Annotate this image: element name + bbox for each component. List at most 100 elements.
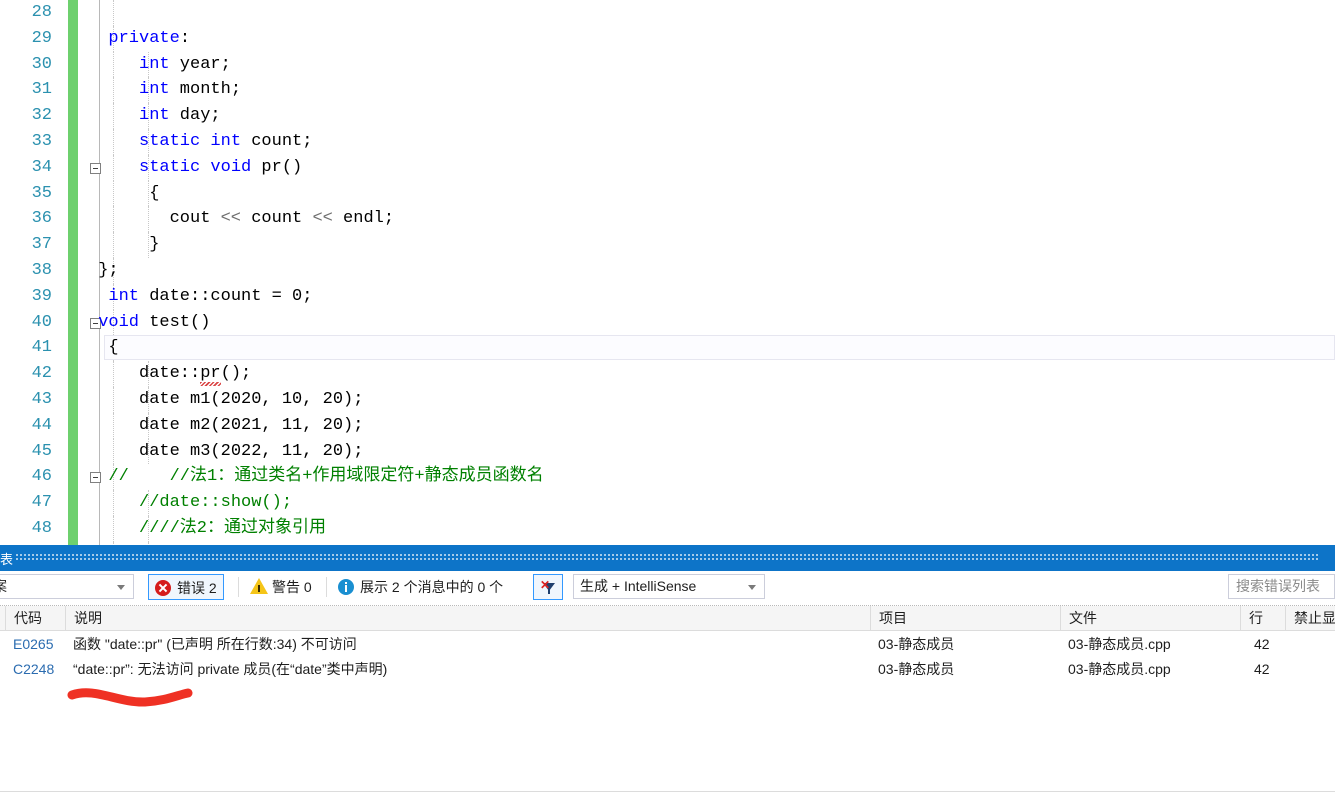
warnings-filter-button[interactable]: 警告 0 bbox=[244, 574, 318, 600]
indent-guide bbox=[113, 490, 114, 516]
search-error-list-input[interactable]: 搜索错误列表 bbox=[1228, 574, 1335, 599]
code-text: cout << count << endl; bbox=[169, 209, 395, 229]
code-line[interactable]: 33 static int count; bbox=[0, 128, 1335, 155]
chevron-down-icon bbox=[117, 585, 125, 590]
column-header-desc[interactable]: 说明 bbox=[65, 606, 870, 631]
code-line[interactable]: 42 date::pr(); bbox=[0, 361, 1335, 387]
messages-filter-button[interactable]: 展示 2 个消息中的 0 个 bbox=[332, 574, 509, 600]
code-line[interactable]: 30 int year; bbox=[0, 51, 1335, 78]
change-tracking-bar bbox=[68, 0, 78, 26]
line-number: 32 bbox=[31, 106, 52, 126]
error-list-rows[interactable]: E0265 函数 "date::pr" (已声明 所在行数:34) 不可访问 03-… bbox=[0, 631, 1335, 792]
current-line-highlight bbox=[104, 335, 1335, 361]
line-number: 31 bbox=[31, 80, 52, 100]
code-line[interactable]: 46 // //法1：通过类名+作用域限定符+静态成员函数名 bbox=[0, 464, 1335, 491]
change-tracking-bar bbox=[68, 464, 78, 491]
code-line[interactable]: 40 void test() bbox=[0, 309, 1335, 336]
errors-filter-button[interactable]: 错误 2 bbox=[148, 574, 224, 600]
change-tracking-bar bbox=[68, 51, 78, 78]
panel-drag-grip[interactable] bbox=[16, 554, 1319, 562]
indent-guide bbox=[99, 232, 100, 258]
code-text: date m1(2020, 10, 20); bbox=[139, 389, 364, 409]
code-line[interactable]: 36 cout << count << endl; bbox=[0, 206, 1335, 233]
visual-studio-window: 28 29 private: 30 int year; 31 int month; 32 int… bbox=[0, 0, 1335, 792]
line-number: 33 bbox=[31, 131, 52, 151]
indent-guide bbox=[113, 180, 114, 207]
change-tracking-bar bbox=[68, 335, 78, 362]
cell-line: 42 bbox=[1254, 636, 1270, 652]
column-header-line[interactable]: 行 bbox=[1240, 606, 1285, 631]
code-line[interactable]: 29 private: bbox=[0, 25, 1335, 52]
code-text: ////法2：通过对象引用 bbox=[139, 518, 327, 538]
cell-file: 03-静态成员.cpp bbox=[1068, 661, 1171, 677]
indent-guide bbox=[148, 206, 149, 233]
code-line[interactable]: 45 date m3(2022, 11, 20); bbox=[0, 438, 1335, 465]
cell-code: E0265 bbox=[13, 636, 54, 652]
indent-guide bbox=[99, 180, 100, 207]
cell-suppress bbox=[1285, 632, 1335, 657]
code-line[interactable]: 34 static void pr() bbox=[0, 154, 1335, 181]
cell-project: 03-静态成员 bbox=[878, 636, 955, 652]
code-line[interactable]: 38}; bbox=[0, 257, 1335, 284]
warning-icon-exclamation bbox=[258, 585, 260, 592]
indent-guide bbox=[99, 25, 100, 52]
code-text: int date::count = 0; bbox=[108, 286, 313, 306]
change-tracking-bar bbox=[68, 206, 78, 233]
build-intellisense-dropdown[interactable]: 生成 + IntelliSense bbox=[573, 574, 765, 599]
indent-guide bbox=[99, 283, 100, 310]
code-text: date m2(2021, 11, 20); bbox=[139, 415, 364, 435]
scope-dropdown[interactable]: 决方案 bbox=[0, 574, 134, 599]
code-line[interactable]: 37} bbox=[0, 232, 1335, 258]
indent-guide bbox=[113, 51, 114, 78]
clear-filter-button[interactable]: ✕ bbox=[533, 574, 563, 600]
indent-guide bbox=[99, 0, 100, 26]
code-text: // //法1：通过类名+作用域限定符+静态成员函数名 bbox=[108, 467, 544, 487]
indent-guide bbox=[99, 103, 100, 129]
indent-guide bbox=[99, 128, 100, 155]
code-line[interactable]: 31 int month; bbox=[0, 77, 1335, 104]
line-number: 43 bbox=[31, 389, 52, 409]
change-tracking-bar bbox=[68, 103, 78, 129]
indent-guide bbox=[113, 361, 114, 387]
code-line[interactable]: 39 int date::count = 0; bbox=[0, 283, 1335, 310]
column-header-project[interactable]: 项目 bbox=[870, 606, 1060, 631]
indent-guide bbox=[113, 103, 114, 129]
code-text: int month; bbox=[139, 80, 242, 100]
code-line[interactable]: 35 { bbox=[0, 180, 1335, 207]
column-header-file[interactable]: 文件 bbox=[1060, 606, 1240, 631]
line-number: 30 bbox=[31, 54, 52, 74]
code-line[interactable]: 43 date m1(2020, 10, 20); bbox=[0, 386, 1335, 413]
indent-guide bbox=[113, 0, 114, 26]
column-header-suppress[interactable]: 禁止显 bbox=[1285, 606, 1335, 631]
indent-guide bbox=[99, 206, 100, 233]
indent-guide bbox=[113, 515, 114, 542]
code-line[interactable]: 44 date m2(2021, 11, 20); bbox=[0, 412, 1335, 439]
code-line[interactable]: 32 int day; bbox=[0, 103, 1335, 129]
chevron-down-icon-2 bbox=[748, 585, 756, 590]
line-number: 45 bbox=[31, 441, 52, 461]
change-tracking-bar bbox=[68, 77, 78, 104]
table-row[interactable]: E0265 函数 "date::pr" (已声明 所在行数:34) 不可访问 03-… bbox=[0, 632, 1335, 657]
line-number: 38 bbox=[31, 260, 52, 280]
indent-guide bbox=[99, 438, 100, 465]
code-line[interactable]: 41 { bbox=[0, 335, 1335, 362]
cell-line: 42 bbox=[1254, 661, 1270, 677]
panel-title-bar[interactable]: 表 bbox=[0, 545, 1335, 571]
indent-guide bbox=[99, 361, 100, 387]
column-header-code[interactable]: 代码 bbox=[5, 606, 65, 631]
line-number: 39 bbox=[31, 286, 52, 306]
code-text: void test() bbox=[98, 312, 211, 332]
code-text: static void pr() bbox=[139, 157, 303, 177]
collapse-region-icon[interactable] bbox=[90, 472, 101, 484]
change-tracking-bar bbox=[68, 386, 78, 413]
cell-file: 03-静态成员.cpp bbox=[1068, 636, 1171, 652]
code-line[interactable]: 28 bbox=[0, 0, 1335, 26]
collapse-region-icon[interactable] bbox=[90, 162, 101, 174]
code-text: int year; bbox=[139, 54, 231, 74]
code-line[interactable]: 48 ////法2：通过对象引用 bbox=[0, 515, 1335, 542]
code-editor[interactable]: 28 29 private: 30 int year; 31 int month; 32 int… bbox=[0, 0, 1335, 545]
change-tracking-bar bbox=[68, 180, 78, 207]
table-row[interactable]: C2248 “date::pr”: 无法访问 private 成员(在“date”… bbox=[0, 657, 1335, 682]
toolbar-separator-1 bbox=[238, 577, 239, 597]
code-line[interactable]: 47 //date::show(); bbox=[0, 490, 1335, 516]
